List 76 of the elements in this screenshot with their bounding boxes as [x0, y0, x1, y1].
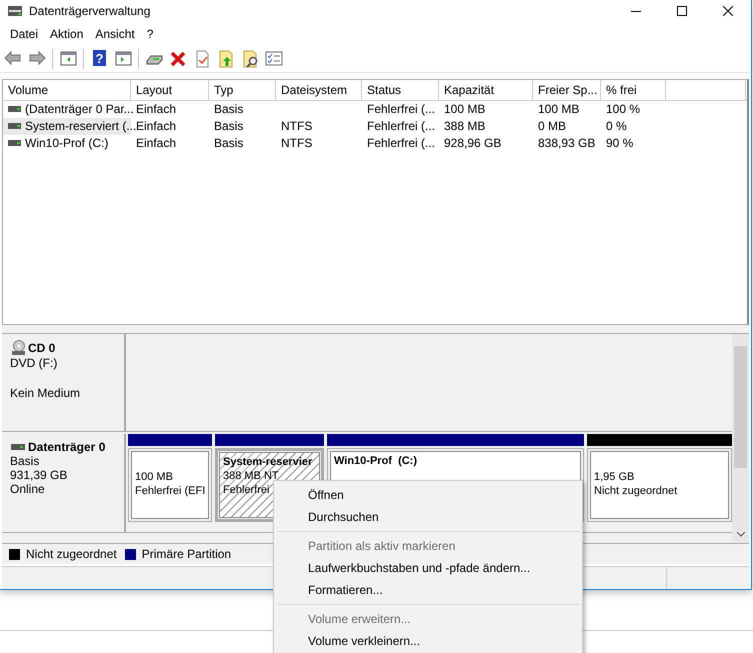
disk-name: CD 0 [28, 340, 56, 355]
drive-icon [8, 139, 22, 148]
table-cell: Basis [214, 119, 244, 134]
menu-item[interactable]: Volume verkleinern... [274, 630, 582, 652]
volume-cell[interactable]: Win10-Prof (C:) [3, 134, 131, 152]
table-cell: NTFS [281, 136, 312, 150]
partition-text: 1,95 GB [594, 470, 636, 484]
forward-arrow-icon[interactable] [28, 50, 46, 68]
table-cell: 100 MB [444, 102, 486, 116]
cd-drive-icon [10, 340, 26, 356]
legend-label: Nicht zugeordnet [26, 547, 117, 562]
partition-title: System-reservier [223, 454, 314, 469]
table-cell: 0 % [606, 119, 627, 134]
menu-item[interactable]: Aktion [44, 26, 90, 41]
delete-icon[interactable] [169, 50, 187, 68]
window-title: Datenträgerverwaltung [29, 4, 150, 18]
drive-icon [8, 122, 22, 130]
disk-name: Datenträger 0 [28, 440, 106, 454]
partition-text: 388 MB NT [223, 468, 280, 483]
legend-label: Primäre Partition [142, 547, 232, 562]
disk-type: DVD (F:) [10, 356, 58, 370]
table-cell: Einfach [136, 119, 176, 134]
panel-icon[interactable] [114, 50, 132, 68]
disk-type: Basis [10, 454, 40, 468]
volume-cell[interactable]: (Datenträger 0 Par... [3, 100, 131, 118]
disk-size: 931,39 GB [10, 468, 68, 482]
column-header[interactable]: Layout [131, 80, 209, 100]
volume-name: Win10-Prof (C:) [25, 136, 108, 150]
table-cell: 838,93 GB [538, 136, 596, 150]
column-header[interactable]: Typ [209, 80, 276, 100]
partition-text: 100 MB [135, 470, 174, 484]
menu-item[interactable]: ? [140, 26, 160, 41]
table-cell: Fehlerfrei (... [367, 119, 436, 134]
table-cell: 100 % [606, 102, 640, 116]
drive-icon [10, 442, 26, 451]
partition-text: Nicht zugeordnet [594, 484, 678, 498]
drive-icon [8, 105, 22, 114]
back-arrow-icon[interactable] [4, 50, 22, 68]
column-header[interactable]: Dateisystem [276, 80, 362, 100]
disk-status: Kein Medium [10, 386, 82, 400]
folder-search-icon[interactable] [241, 50, 259, 68]
table-cell: 0 MB [538, 119, 566, 134]
column-header[interactable]: Kapazität [439, 80, 533, 100]
table-cell: 90 % [606, 136, 634, 150]
scrollbar[interactable] [732, 334, 749, 544]
checklist-icon[interactable] [265, 50, 283, 68]
table-cell: Einfach [136, 136, 176, 150]
volume-name: (Datenträger 0 Par... [25, 102, 134, 116]
partition-block[interactable]: 1,95 GB Nicht zugeordnet [587, 448, 732, 522]
panel-icon[interactable] [59, 50, 77, 68]
column-header[interactable]: Freier Sp... [533, 80, 601, 100]
help-icon[interactable]: ? [90, 50, 108, 68]
table-cell: 928,96 GB [444, 136, 502, 150]
maximize-icon[interactable] [677, 6, 687, 16]
column-header[interactable]: % frei [601, 80, 666, 100]
disk-status: Online [10, 482, 46, 496]
partition-title: Win10-Prof (C:) [334, 454, 418, 468]
column-header[interactable]: Status [362, 80, 439, 100]
partition-block[interactable]: 100 MB Fehlerfrei (EFI [128, 448, 212, 522]
table-cell: NTFS [281, 119, 312, 134]
drive-icon [7, 5, 23, 17]
table-cell: Basis [214, 102, 244, 116]
table-cell: 100 MB [538, 102, 580, 116]
menu-item[interactable]: Ansicht [89, 26, 141, 41]
table-cell: Fehlerfrei (... [367, 136, 436, 150]
close-icon[interactable] [723, 6, 733, 16]
menu-item[interactable]: Formatieren... [274, 579, 582, 601]
partition-text: Fehlerfrei (EFI [135, 484, 206, 498]
column-header[interactable]: Volume [3, 80, 131, 100]
menu-item[interactable]: Laufwerkbuchstaben und -pfade ändern... [274, 557, 582, 579]
volume-name: System-reserviert (... [25, 119, 136, 134]
table-cell: Fehlerfrei (... [367, 102, 436, 116]
menu-item[interactable]: Datei [4, 26, 44, 41]
table-cell: 388 MB [444, 119, 486, 134]
table-cell: Basis [214, 136, 244, 150]
table-cell: Einfach [136, 102, 176, 116]
